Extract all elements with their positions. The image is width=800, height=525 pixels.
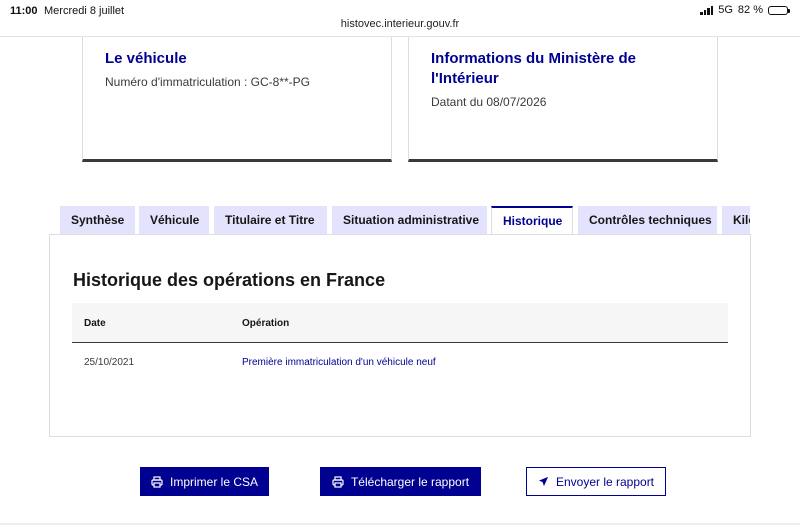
tab-controles[interactable]: Contrôles techniques — [578, 206, 717, 235]
network-type: 5G — [718, 4, 733, 16]
printer-icon — [332, 475, 344, 488]
tab-situation[interactable]: Situation administrative — [332, 206, 487, 235]
download-report-button[interactable]: Télécharger le rapport — [320, 467, 481, 496]
column-date: Date — [84, 318, 106, 329]
history-panel: Historique des opérations en France Date… — [49, 234, 751, 437]
vehicle-card-title: Le véhicule — [105, 50, 187, 67]
status-time: 11:00 — [10, 5, 38, 17]
send-report-label: Envoyer le rapport — [555, 474, 655, 489]
send-icon — [538, 476, 549, 487]
status-date: Mercredi 8 juillet — [44, 5, 125, 17]
send-report-button[interactable]: Envoyer le rapport — [526, 467, 666, 496]
printer-icon — [151, 475, 163, 488]
tab-kilometrage[interactable]: Kilométrage — [722, 206, 750, 235]
address-bar[interactable]: histovec.interieur.gouv.fr — [0, 18, 800, 30]
ministry-card-title: Informations du Ministère de l'Intérieur — [431, 50, 637, 87]
status-indicators: 5G 82 % — [700, 4, 790, 16]
history-title: Historique des opérations en France — [73, 270, 386, 290]
row-date: 25/10/2021 — [84, 357, 135, 368]
ministry-card: Informations du Ministère de l'Intérieur… — [408, 37, 718, 162]
battery-icon — [768, 5, 790, 15]
column-operation: Opération — [242, 318, 290, 329]
registration-number: Numéro d'immatriculation : GC-8**-PG — [105, 75, 311, 89]
cell-signal-icon — [700, 5, 714, 15]
ministry-date: Datant du 08/07/2026 — [431, 95, 547, 109]
download-report-label: Télécharger le rapport — [350, 474, 470, 489]
row-operation: Première immatriculation d'un véhicule n… — [242, 357, 436, 368]
tab-synthese[interactable]: Synthèse — [60, 206, 135, 235]
tab-titulaire[interactable]: Titulaire et Titre — [214, 206, 327, 235]
battery-percentage: 82 % — [737, 4, 763, 16]
tab-vehicule[interactable]: Véhicule — [139, 206, 209, 235]
print-csa-button[interactable]: Imprimer le CSA — [140, 467, 269, 496]
print-csa-label: Imprimer le CSA — [169, 474, 258, 489]
tab-list: Synthèse Véhicule Titulaire et Titre Sit… — [60, 206, 750, 235]
tab-historique[interactable]: Historique — [491, 206, 573, 235]
table-header: Date Opération — [72, 303, 728, 343]
vehicle-card: Le véhicule Numéro d'immatriculation : G… — [82, 37, 392, 162]
